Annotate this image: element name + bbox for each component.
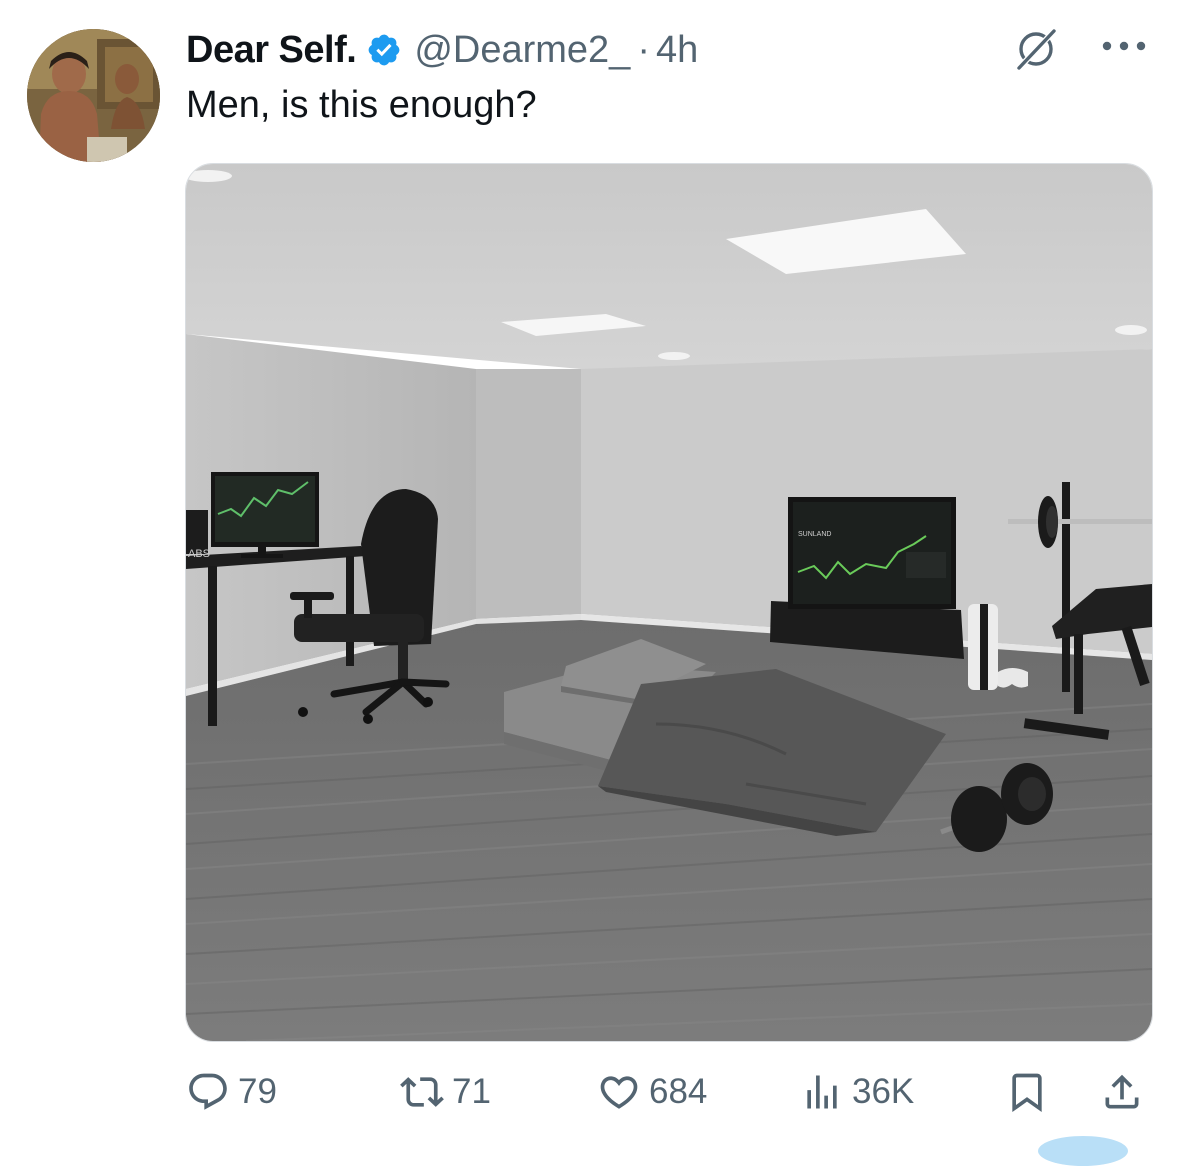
floating-action-edge[interactable]	[1038, 1136, 1128, 1166]
share-button[interactable]	[1100, 1060, 1144, 1124]
display-name[interactable]: Dear Self.	[186, 29, 357, 72]
supplement-tub: ABS	[186, 510, 210, 560]
heart-icon	[600, 1076, 638, 1109]
like-count: 684	[649, 1072, 708, 1111]
desk-sign-text: ABS	[188, 548, 210, 560]
more-dots-icon[interactable]	[1098, 36, 1150, 56]
reply-icon	[189, 1073, 227, 1110]
like-button[interactable]: 684	[597, 1060, 707, 1124]
reply-count: 79	[238, 1072, 277, 1111]
views-button[interactable]: 36K	[800, 1060, 914, 1124]
repost-icon	[400, 1077, 444, 1107]
avatar-photo	[27, 29, 160, 162]
repost-button[interactable]: 71	[400, 1060, 491, 1124]
handle[interactable]: @Dearme2_	[414, 29, 630, 72]
views-chart-icon	[807, 1075, 837, 1109]
separator-dot: ·	[637, 28, 650, 71]
tweet-header: Dear Self. @Dearme2_ · 4h	[186, 24, 698, 76]
tv-screen-text: SUNLAND	[798, 531, 831, 538]
timestamp[interactable]: 4h	[656, 29, 698, 72]
tweet-actions: 79 71 684 36K	[0, 1060, 1179, 1124]
reply-button[interactable]: 79	[186, 1060, 277, 1124]
room-photo: ABS SUNLAND	[186, 164, 1152, 1041]
views-count: 36K	[852, 1072, 915, 1111]
bookmark-button[interactable]	[1005, 1060, 1049, 1124]
avatar[interactable]	[27, 29, 160, 162]
share-icon	[1105, 1074, 1139, 1109]
tv-icon: SUNLAND	[770, 497, 964, 659]
grok-icon[interactable]	[1013, 26, 1059, 72]
verified-badge-icon	[368, 34, 400, 66]
tweet-text: Men, is this enough?	[186, 84, 537, 126]
bookmark-icon	[1012, 1073, 1042, 1113]
monitor-icon	[211, 472, 319, 558]
repost-count: 71	[452, 1072, 491, 1111]
tweet-media-image[interactable]: ABS SUNLAND	[185, 163, 1153, 1042]
